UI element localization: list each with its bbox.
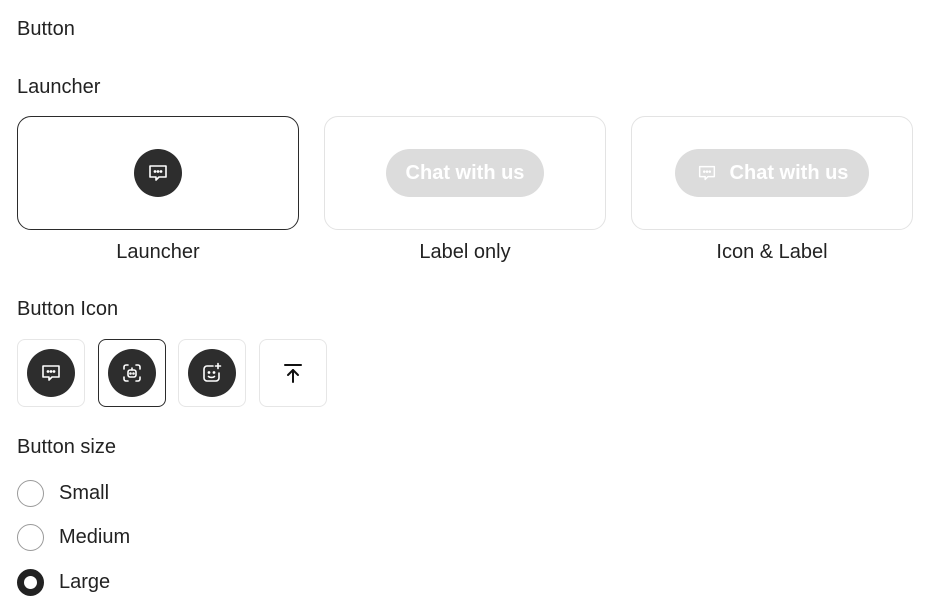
preview-button-text: Chat with us (405, 161, 525, 184)
launcher-preview-button (134, 149, 182, 197)
section-title-launcher: Launcher (17, 76, 101, 98)
arrow-up-to-line-icon (284, 364, 302, 383)
launcher-style-caption: Icon & Label (716, 241, 828, 263)
button-icon-option-upload[interactable] (259, 339, 327, 407)
chat-bubble-icon (42, 365, 60, 381)
launcher-style-caption: Launcher (116, 241, 200, 263)
icon-label-preview-button: Chat with us (675, 149, 869, 197)
launcher-style-caption: Label only (419, 241, 511, 263)
button-icon-option-robot[interactable] (98, 339, 166, 407)
preview-button-text: Chat with us (729, 161, 849, 184)
chat-bubble-icon (149, 165, 167, 181)
icon-preview-circle (108, 349, 156, 397)
radio-label: Medium (59, 526, 131, 548)
icon-preview-circle (188, 349, 236, 397)
size-option-small[interactable]: Small (17, 480, 109, 507)
radio-label: Small (59, 482, 110, 504)
button-icon-option-sparkle[interactable] (178, 339, 246, 407)
section-title-button-size: Button size (17, 436, 116, 458)
section-title-button: Button (17, 18, 75, 40)
radio-label: Large (59, 571, 111, 593)
size-option-large[interactable]: Large (17, 569, 110, 596)
sparkle-face-icon (203, 362, 222, 382)
radio-button[interactable] (17, 569, 44, 596)
radio-button[interactable] (17, 524, 44, 551)
launcher-style-icon-label-card[interactable]: Chat with us (631, 116, 913, 230)
robot-face-icon (123, 364, 141, 382)
section-title-button-icon: Button Icon (17, 298, 119, 320)
launcher-style-launcher-card[interactable] (17, 116, 299, 230)
icon-preview-circle (27, 349, 75, 397)
label-only-preview-button: Chat with us (386, 149, 544, 197)
size-option-medium[interactable]: Medium (17, 524, 130, 551)
launcher-style-label-only-card[interactable]: Chat with us (324, 116, 606, 230)
chat-bubble-icon (698, 165, 715, 181)
radio-button[interactable] (17, 480, 44, 507)
button-icon-option-chat[interactable] (17, 339, 85, 407)
